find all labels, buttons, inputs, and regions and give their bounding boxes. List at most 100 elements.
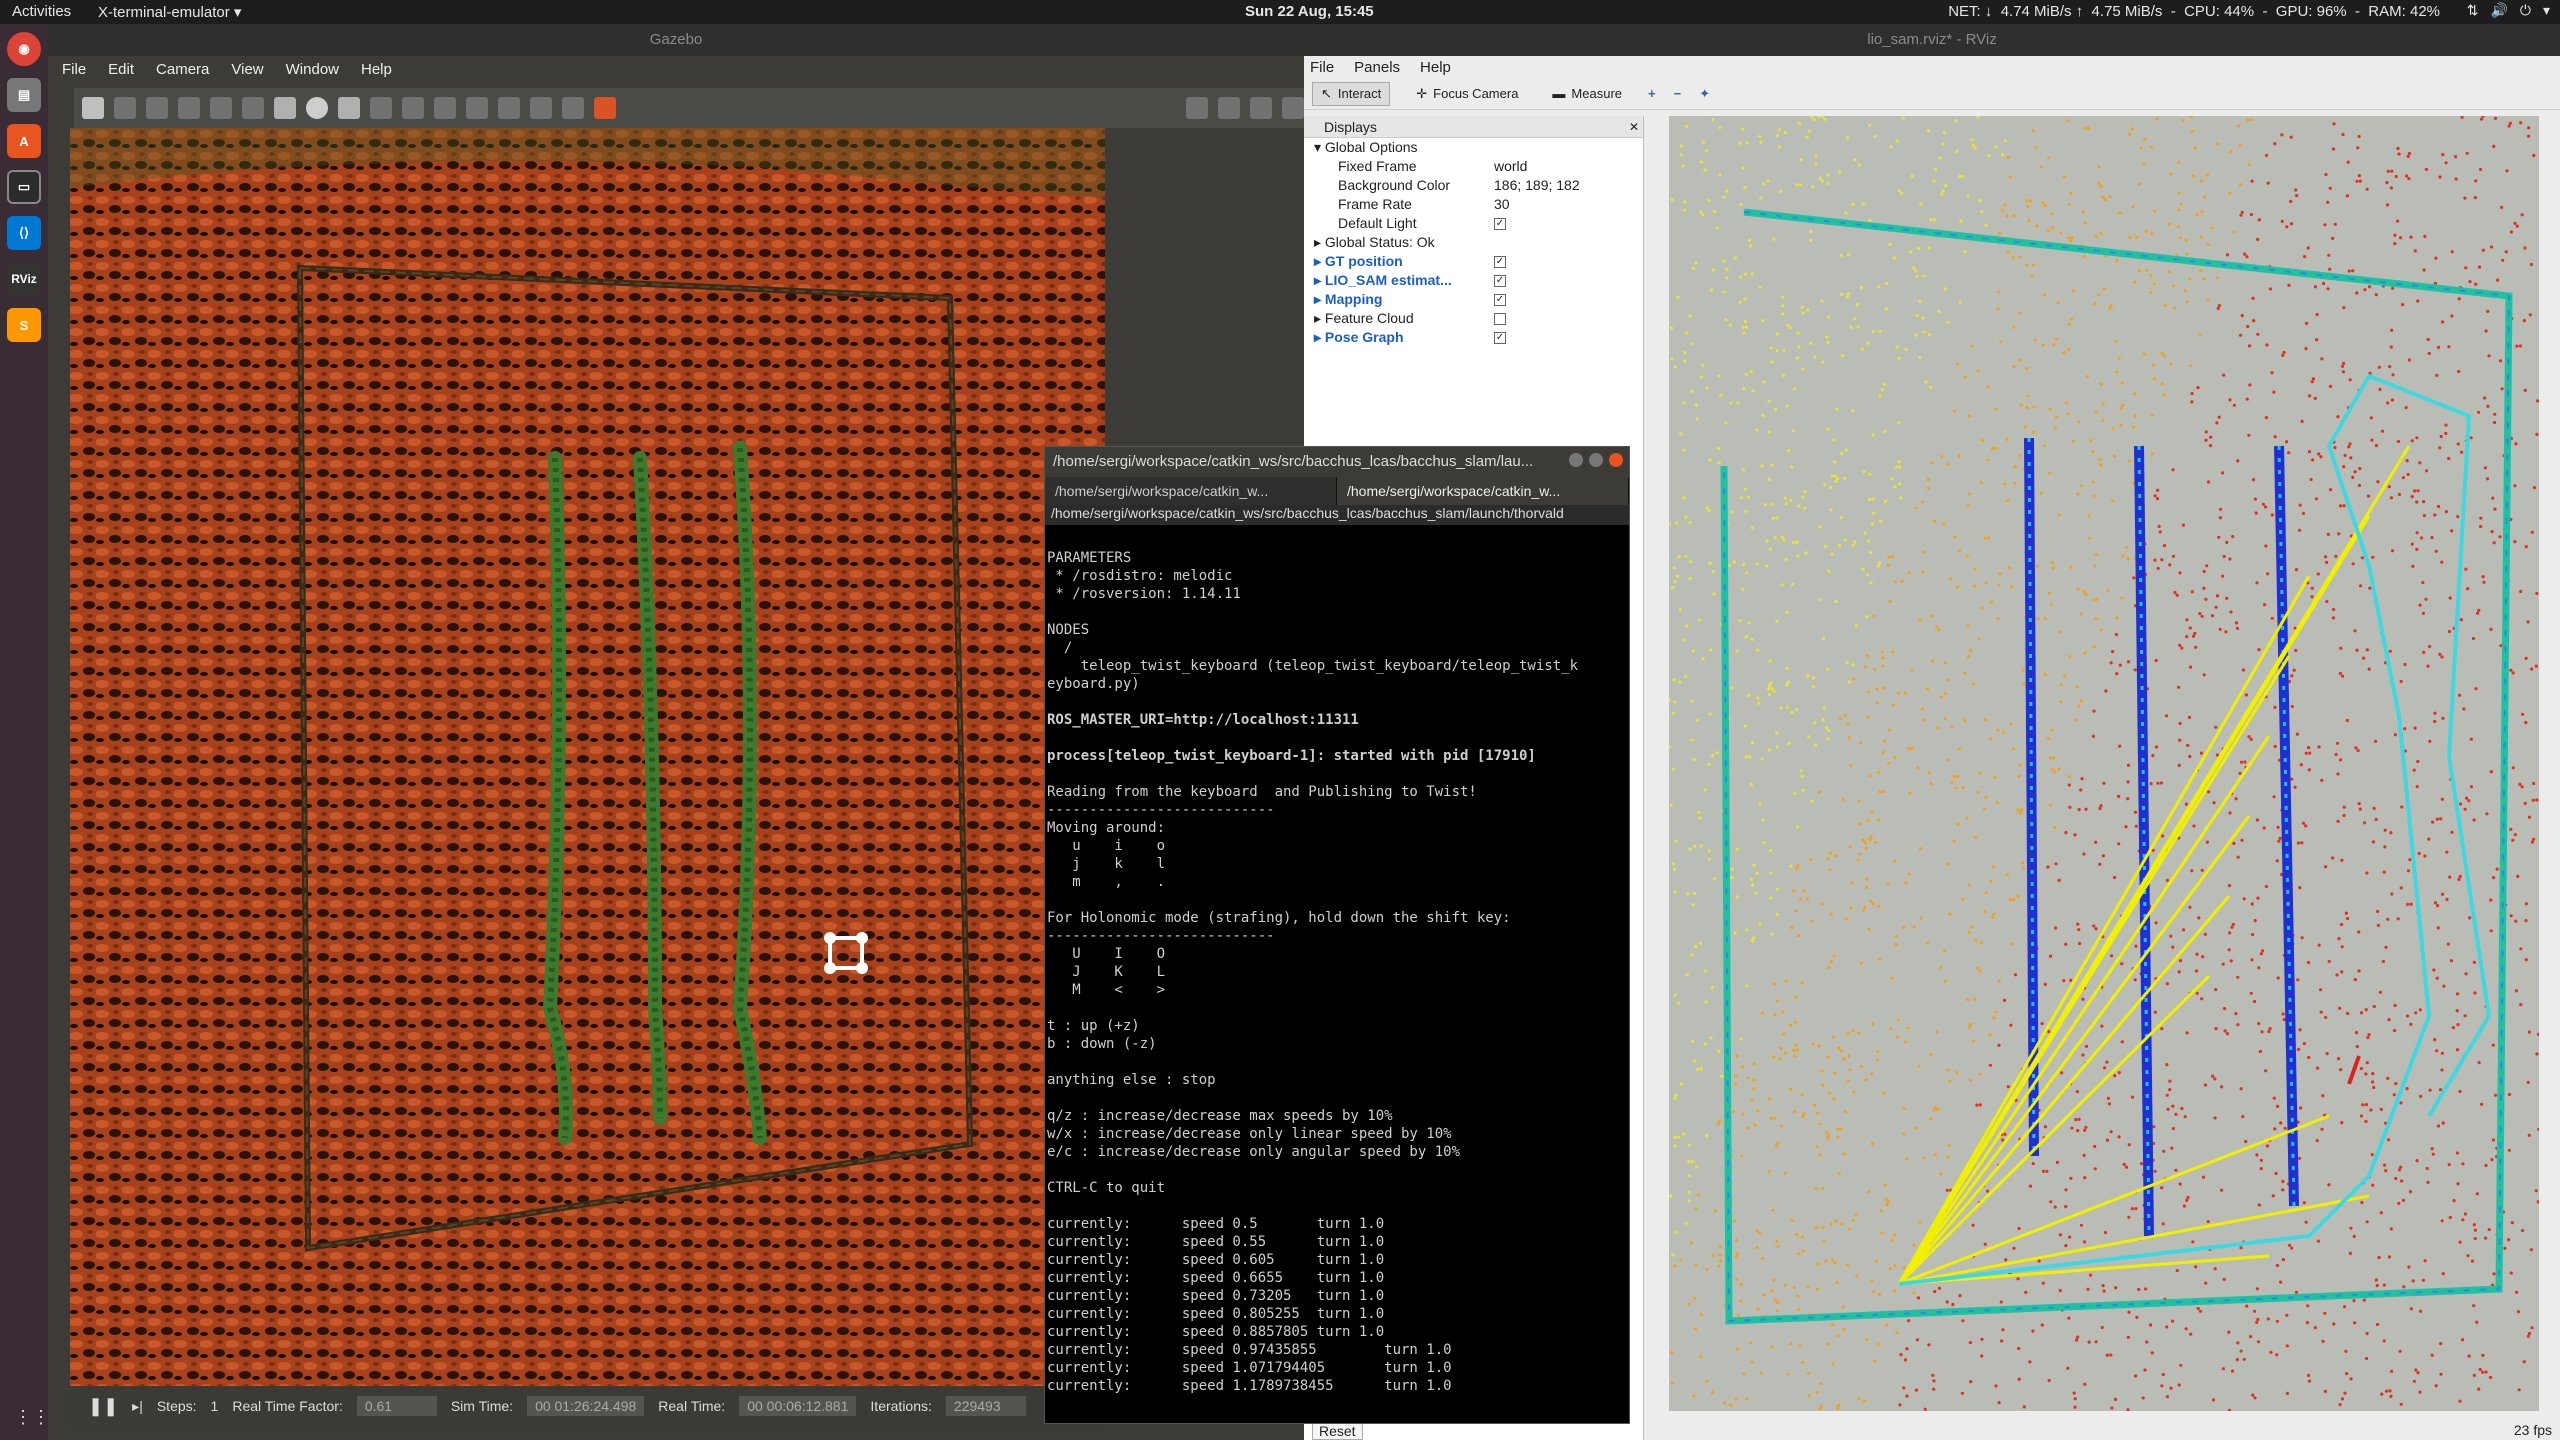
pointlight-icon[interactable] <box>370 97 392 119</box>
display-row-value[interactable]: ✓ <box>1494 290 1506 309</box>
reset-button[interactable]: Reset <box>1312 1422 1363 1440</box>
display-row[interactable]: Frame Rate 30 <box>1304 195 1643 214</box>
step-icon[interactable]: ▸| <box>132 1398 143 1415</box>
rviz-menubar: File Panels Help <box>1304 56 2560 78</box>
measure-tool[interactable]: ▬ Measure <box>1544 83 1630 104</box>
app-menu[interactable]: X-terminal-emulator ▾ <box>98 3 241 21</box>
network-icon[interactable]: ⇅ <box>2467 2 2479 19</box>
display-row[interactable]: ▸ GT position ✓ <box>1304 252 1643 271</box>
color-icon[interactable] <box>594 97 616 119</box>
plot-icon[interactable] <box>1250 97 1272 119</box>
display-row[interactable]: ▸ Feature Cloud <box>1304 309 1643 328</box>
display-row-value[interactable] <box>1494 309 1506 328</box>
terminal-tab-1[interactable]: /home/sergi/workspace/catkin_w... <box>1045 477 1337 505</box>
spotlight-icon[interactable] <box>402 97 424 119</box>
map-walls <box>1720 208 2513 1325</box>
display-row[interactable]: Default Light ✓ <box>1304 214 1643 233</box>
maximize-icon[interactable] <box>1589 453 1603 467</box>
rviz-menu-help[interactable]: Help <box>1420 59 1451 76</box>
minimize-icon[interactable] <box>1569 453 1583 467</box>
menu-window[interactable]: Window <box>286 61 339 78</box>
files-icon[interactable]: ▤ <box>7 78 41 112</box>
focus-camera-tool[interactable]: ✛ Focus Camera <box>1408 83 1526 105</box>
display-row-value[interactable]: 30 <box>1494 195 1510 214</box>
gazebo-3d-view[interactable] <box>70 128 1105 1386</box>
real-time-value: 00 00:06:12.881 <box>739 1396 857 1416</box>
display-row[interactable]: Background Color 186; 189; 182 <box>1304 176 1643 195</box>
rtf-value: 0.61 <box>356 1396 437 1416</box>
copy-icon[interactable] <box>466 97 488 119</box>
paste-icon[interactable] <box>498 97 520 119</box>
steps-stepper[interactable]: 1 <box>211 1398 219 1414</box>
menu-camera[interactable]: Camera <box>156 61 209 78</box>
sphere-icon[interactable] <box>306 97 328 119</box>
rviz-toolbar: ↖ Interact ✛ Focus Camera ▬ Measure + − ✦ <box>1304 78 2560 110</box>
pause-icon[interactable]: ❚❚ <box>88 1396 118 1417</box>
terminal-tab-2[interactable]: /home/sergi/workspace/catkin_w... <box>1337 477 1629 505</box>
crosshair-icon: ✛ <box>1416 85 1428 101</box>
software-icon[interactable]: A <box>7 124 41 158</box>
interact-tool[interactable]: ↖ Interact <box>1312 81 1391 106</box>
cylinder-icon[interactable] <box>338 97 360 119</box>
translate-icon[interactable] <box>114 97 136 119</box>
volume-icon[interactable]: 🔊 <box>2490 2 2507 19</box>
display-row[interactable]: ▸ Mapping ✓ <box>1304 290 1643 309</box>
rotate-icon[interactable] <box>146 97 168 119</box>
redo-icon[interactable] <box>242 97 264 119</box>
snap-icon[interactable] <box>562 97 584 119</box>
trajectory <box>1898 373 2492 1286</box>
menu-help[interactable]: Help <box>361 61 392 78</box>
display-row-value[interactable]: ✓ <box>1494 328 1506 347</box>
rviz-3d-view[interactable] <box>1669 116 2539 1411</box>
video-icon[interactable] <box>1282 97 1304 119</box>
remove-tool-icon[interactable]: − <box>1674 86 1682 101</box>
app-grid-icon[interactable]: ⋮⋮ <box>14 1407 50 1428</box>
add-tool-icon[interactable]: + <box>1648 86 1656 101</box>
tool-settings-icon[interactable]: ✦ <box>1699 86 1710 102</box>
sublime-icon[interactable]: S <box>7 308 41 342</box>
screenshot-icon[interactable] <box>1186 97 1208 119</box>
display-row-value[interactable]: ✓ <box>1494 271 1506 290</box>
gazebo-title: Gazebo <box>48 24 1304 56</box>
terminal-line: m , . <box>1047 874 1166 890</box>
display-row[interactable]: ▸ Global Status: Ok <box>1304 233 1643 252</box>
log-icon[interactable] <box>1218 97 1240 119</box>
display-row[interactable]: Fixed Frame world <box>1304 157 1643 176</box>
tray[interactable]: ⇅ 🔊 ⏻ ▾ <box>2467 2 2550 19</box>
close-icon[interactable]: ✕ <box>1629 116 1639 138</box>
chrome-icon[interactable]: ◉ <box>7 32 41 66</box>
terminal-icon[interactable]: ▭ <box>7 170 41 204</box>
terminal-output[interactable]: PARAMETERS * /rosdistro: melodic * /rosv… <box>1045 525 1629 1401</box>
display-row[interactable]: ▸ LIO_SAM estimat... ✓ <box>1304 271 1643 290</box>
select-icon[interactable] <box>82 97 104 119</box>
menu-file[interactable]: File <box>62 61 86 78</box>
rviz-icon[interactable]: RViz <box>7 262 41 296</box>
menu-view[interactable]: View <box>231 61 263 78</box>
terminal-window[interactable]: /home/sergi/workspace/catkin_ws/src/bacc… <box>1044 446 1630 1424</box>
terminal-line: * /rosdistro: melodic <box>1047 568 1233 584</box>
displays-header: Displays ✕ <box>1304 116 1643 138</box>
activities-button[interactable]: Activities <box>12 3 71 20</box>
display-row[interactable]: ▾ Global Options <box>1304 138 1643 157</box>
display-row-value[interactable]: world <box>1494 157 1527 176</box>
align-icon[interactable] <box>530 97 552 119</box>
display-row-value[interactable]: ✓ <box>1494 252 1506 271</box>
display-row-value[interactable]: 186; 189; 182 <box>1494 176 1580 195</box>
display-row-value[interactable]: ✓ <box>1494 214 1506 233</box>
rviz-menu-file[interactable]: File <box>1310 59 1334 76</box>
window-controls <box>1569 453 1623 467</box>
rviz-menu-panels[interactable]: Panels <box>1354 59 1400 76</box>
dirlight-icon[interactable] <box>434 97 456 119</box>
scale-icon[interactable] <box>178 97 200 119</box>
power-icon[interactable]: ⏻ <box>2520 2 2531 19</box>
gazebo-toolbar <box>74 88 1334 128</box>
vscode-icon[interactable]: ⟨⟩ <box>7 216 41 250</box>
box-icon[interactable] <box>274 97 296 119</box>
menu-arrow-icon[interactable]: ▾ <box>2543 2 2550 19</box>
display-row[interactable]: ▸ Pose Graph ✓ <box>1304 328 1643 347</box>
undo-icon[interactable] <box>210 97 232 119</box>
close-window-icon[interactable] <box>1609 453 1623 467</box>
menu-edit[interactable]: Edit <box>108 61 134 78</box>
clock[interactable]: Sun 22 Aug, 15:45 <box>1245 3 1374 20</box>
